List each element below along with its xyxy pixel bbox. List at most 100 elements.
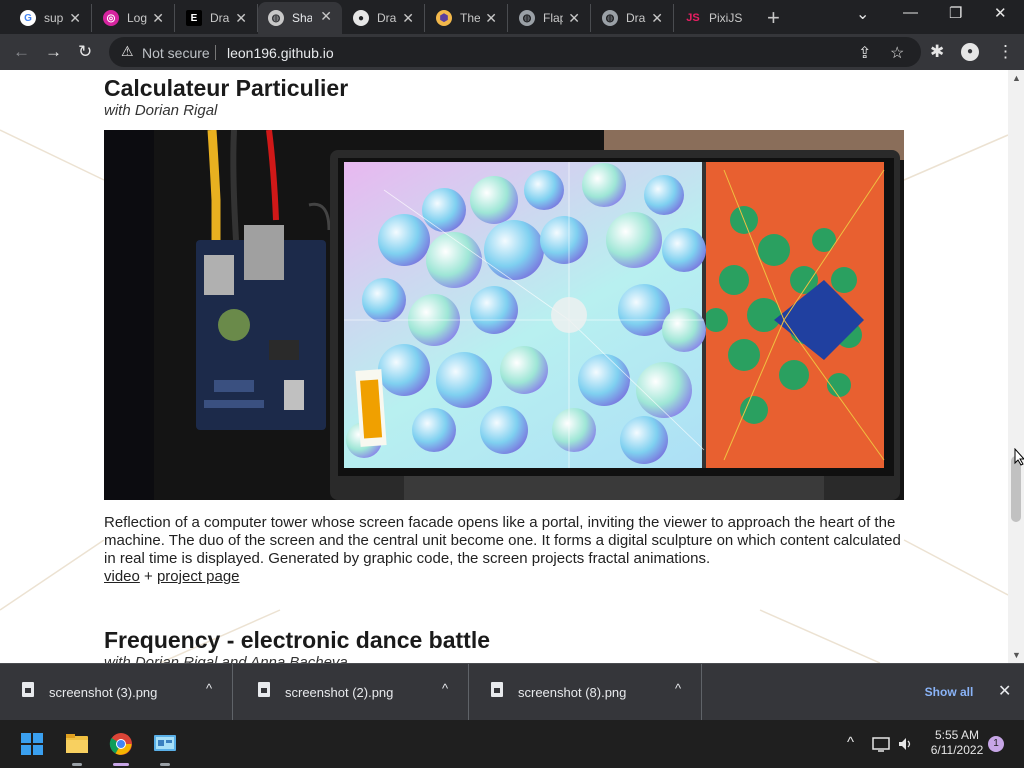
close-icon[interactable]: ✕	[402, 10, 414, 27]
chevron-up-icon[interactable]: ^	[675, 681, 681, 696]
windows-taskbar: ^ 5:55 AM 6/11/2022 1	[0, 720, 1024, 768]
shadertoy-icon: ◍	[268, 10, 284, 26]
minimize-button[interactable]: —	[903, 4, 918, 21]
instagram-icon: ◎	[103, 10, 119, 26]
file-icon	[22, 682, 34, 697]
project-photo[interactable]	[104, 130, 904, 500]
project-subtitle: with Dorian Rigal	[104, 102, 218, 119]
running-indicator	[72, 763, 82, 766]
tab-title: The	[460, 11, 480, 25]
scroll-down-arrow-icon[interactable]: ▼	[1012, 650, 1021, 660]
web-page: Calculateur Particulier with Dorian Riga…	[0, 70, 1008, 663]
download-filename[interactable]: screenshot (3).png	[49, 685, 157, 700]
extensions-icon[interactable]: ✱	[930, 42, 944, 62]
tab-1[interactable]: ◎ Log ✕	[93, 4, 175, 32]
close-icon[interactable]: ✕	[485, 10, 497, 27]
project-title: Calculateur Particulier	[104, 75, 349, 101]
chevron-up-icon[interactable]: ^	[442, 681, 448, 696]
share-icon[interactable]: ⇪	[858, 43, 871, 63]
chrome-icon[interactable]	[109, 732, 133, 756]
active-indicator	[113, 763, 129, 766]
new-tab-button[interactable]: +	[767, 5, 780, 31]
close-icon[interactable]: ✕	[152, 10, 164, 27]
link-separator: +	[139, 568, 157, 585]
scroll-up-arrow-icon[interactable]: ▲	[1012, 73, 1021, 83]
download-item[interactable]: screenshot (3).png ^	[0, 664, 233, 720]
tab-6[interactable]: ◍ Flap ✕	[509, 4, 591, 32]
tab-title: Sha	[292, 11, 312, 25]
project-title: Frequency - electronic dance battle	[104, 627, 491, 653]
globe-icon: ◍	[602, 10, 618, 26]
tab-5[interactable]: ⬢ The ✕	[426, 4, 508, 32]
chevron-up-icon[interactable]: ^	[206, 681, 212, 696]
reload-button[interactable]: ↻	[78, 42, 92, 62]
hexagon-icon: ⬢	[436, 10, 452, 26]
menu-icon[interactable]: ⋮	[997, 42, 1014, 62]
volume-icon[interactable]	[897, 736, 913, 752]
clock-time: 5:55 AM	[934, 728, 980, 742]
download-bar: screenshot (3).png ^ screenshot (2).png …	[0, 663, 1024, 720]
tab-title: Log	[127, 11, 147, 25]
tab-title: Dra	[210, 11, 230, 25]
divider	[215, 45, 216, 60]
tab-4[interactable]: ● Dra ✕	[343, 4, 425, 32]
tab-title: PixiJS	[709, 11, 743, 25]
control-panel-icon[interactable]	[153, 732, 177, 756]
google-icon: G	[20, 10, 36, 26]
running-indicator	[160, 763, 170, 766]
tab-2[interactable]: E Dra ✕	[176, 4, 258, 32]
close-icon[interactable]: ✕	[568, 10, 580, 27]
clock-date: 6/11/2022	[930, 743, 984, 757]
notification-badge[interactable]: 1	[988, 736, 1004, 752]
browser-toolbar: ← → ↻ ⚠ Not secure leon196.github.io ⇪ ☆…	[0, 34, 1024, 70]
close-download-bar-icon[interactable]: ✕	[998, 681, 1011, 701]
e-logo-icon: E	[186, 10, 202, 26]
pixijs-icon: JS	[686, 12, 700, 24]
network-icon[interactable]	[872, 736, 890, 752]
system-clock[interactable]: 5:55 AM 6/11/2022	[920, 728, 994, 758]
window-close-button[interactable]: ✕	[994, 4, 1007, 22]
project-links: video + project page	[104, 568, 240, 585]
tab-title: Dra	[626, 11, 646, 25]
back-button[interactable]: ←	[13, 42, 30, 62]
tab-title: sup	[44, 11, 64, 25]
profile-icon[interactable]: ●	[961, 43, 979, 61]
file-icon	[491, 682, 503, 697]
tab-search-dropdown-icon[interactable]: ⌄	[856, 4, 869, 24]
tab-title: Dra	[377, 11, 397, 25]
tab-title: Flap	[543, 11, 563, 25]
warning-icon[interactable]: ⚠	[121, 43, 134, 60]
globe-icon: ◍	[519, 10, 535, 26]
tab-3-active[interactable]: ◍ Sha ✕	[258, 2, 342, 34]
restore-button[interactable]: ❐	[949, 4, 962, 22]
star-icon[interactable]: ☆	[890, 43, 904, 63]
download-filename[interactable]: screenshot (2).png	[285, 685, 393, 700]
close-icon[interactable]: ✕	[651, 10, 663, 27]
download-filename[interactable]: screenshot (8).png	[518, 685, 626, 700]
close-icon[interactable]: ✕	[235, 10, 247, 27]
forward-button[interactable]: →	[45, 42, 62, 62]
address-bar[interactable]: ⚠ Not secure leon196.github.io ⇪ ☆	[109, 37, 921, 67]
github-icon: ●	[353, 10, 369, 26]
close-icon[interactable]: ✕	[69, 10, 81, 27]
show-all-button[interactable]: Show all	[912, 677, 986, 707]
mouse-cursor-icon	[1014, 447, 1024, 471]
file-explorer-icon[interactable]	[65, 732, 89, 756]
project-description: Reflection of a computer tower whose scr…	[104, 514, 901, 567]
tab-7[interactable]: ◍ Dra ✕	[592, 4, 674, 32]
page-scrollbar[interactable]: ▲ ▼	[1008, 70, 1024, 663]
project-page-link[interactable]: project page	[157, 568, 240, 585]
video-link[interactable]: video	[104, 568, 140, 585]
tab-0[interactable]: G sup ✕	[10, 4, 92, 32]
tab-strip: G sup ✕ ◎ Log ✕ E Dra ✕ ◍ Sha ✕ ● Dra ✕ …	[0, 0, 1024, 34]
download-item[interactable]: screenshot (2).png ^	[236, 664, 469, 720]
file-icon	[258, 682, 270, 697]
download-item[interactable]: screenshot (8).png ^	[469, 664, 702, 720]
security-label[interactable]: Not secure	[142, 45, 210, 61]
tray-chevron-icon[interactable]: ^	[847, 734, 854, 751]
tab-8[interactable]: JS PixiJS	[675, 4, 755, 32]
project-subtitle: with Dorian Rigal and Anna Bacheva	[104, 654, 348, 663]
url-text[interactable]: leon196.github.io	[227, 45, 334, 61]
close-icon[interactable]: ✕	[320, 8, 332, 25]
windows-start-icon[interactable]	[20, 732, 44, 756]
